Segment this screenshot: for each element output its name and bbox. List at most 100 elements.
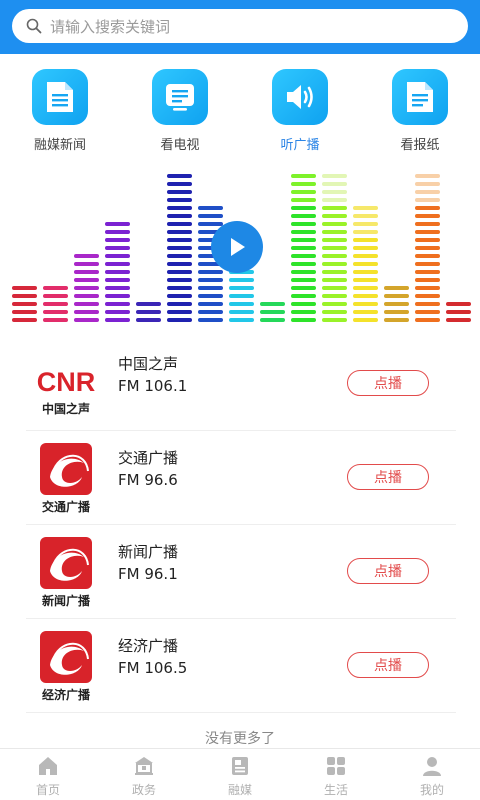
visualizer-bar-segment <box>446 310 471 314</box>
list-item[interactable]: 交通广播 交通广播 FM 96.6 点播 <box>26 431 456 525</box>
visualizer-bar-segment <box>322 294 347 298</box>
visualizer-column <box>291 174 316 322</box>
category-newspaper[interactable]: 看报纸 <box>360 66 480 153</box>
station-list: CNR 中国之声 中国之声 FM 106.1 点播 交通广播 交通广播 FM 9… <box>26 337 456 713</box>
visualizer-bar-segment <box>353 318 378 322</box>
visualizer-bar-segment <box>415 182 440 186</box>
visualizer-bar-segment <box>415 294 440 298</box>
visualizer-bar-segment <box>167 286 192 290</box>
category-news[interactable]: 融媒新闻 <box>0 66 120 153</box>
tab-label: 我的 <box>419 783 444 797</box>
visualizer-bar-segment <box>198 278 223 282</box>
visualizer-bar-segment <box>105 238 130 242</box>
station-name: 新闻广播 <box>118 543 179 561</box>
visualizer-bar-segment <box>291 190 316 194</box>
tab-life[interactable]: 生活 <box>288 749 384 800</box>
visualizer-bar-segment <box>291 174 316 178</box>
visualizer-bar-segment <box>353 230 378 234</box>
tab-government[interactable]: 政务 <box>96 749 192 800</box>
visualizer-bar-segment <box>43 310 68 314</box>
visualizer-bar-segment <box>167 318 192 322</box>
visualizer-bar-segment <box>322 310 347 314</box>
visualizer-bar-segment <box>415 262 440 266</box>
newspaper-icon <box>392 69 448 125</box>
tab-label: 政务 <box>131 783 156 797</box>
visualizer-bar-segment <box>322 246 347 250</box>
visualizer-bar-segment <box>291 302 316 306</box>
category-label: 看电视 <box>160 138 200 153</box>
visualizer-bar-segment <box>384 318 409 322</box>
visualizer-column <box>322 174 347 322</box>
search-bar[interactable]: 请输入搜索关键词 <box>12 9 468 43</box>
visualizer-bar-segment <box>415 190 440 194</box>
visualizer-bar-segment <box>353 238 378 242</box>
visualizer-bar-segment <box>167 302 192 306</box>
grid-icon <box>327 757 345 775</box>
visualizer-bar-segment <box>74 310 99 314</box>
visualizer-bar-segment <box>43 302 68 306</box>
visualizer-bar-segment <box>167 198 192 202</box>
category-tv[interactable]: 看电视 <box>120 66 240 153</box>
visualizer-bar-segment <box>229 294 254 298</box>
visualizer-bar-segment <box>353 302 378 306</box>
play-button[interactable] <box>211 221 263 273</box>
list-item[interactable]: 新闻广播 新闻广播 FM 96.1 点播 <box>26 525 456 619</box>
search-input[interactable]: 请输入搜索关键词 <box>50 16 170 37</box>
visualizer-bar-segment <box>105 270 130 274</box>
visualizer-bar-segment <box>167 206 192 210</box>
visualizer-bar-segment <box>167 222 192 226</box>
play-on-demand-button[interactable]: 点播 <box>347 558 429 584</box>
visualizer-bar-segment <box>291 310 316 314</box>
visualizer-bar-segment <box>415 270 440 274</box>
visualizer-bar-segment <box>384 286 409 290</box>
play-on-demand-button[interactable]: 点播 <box>347 464 429 490</box>
visualizer-bar-segment <box>198 206 223 210</box>
visualizer-bar-segment <box>446 318 471 322</box>
visualizer-bar-segment <box>384 302 409 306</box>
user-icon <box>423 757 441 776</box>
category-label: 看报纸 <box>400 138 440 153</box>
visualizer-bar-segment <box>415 198 440 202</box>
svg-text:交通广播: 交通广播 <box>42 499 91 514</box>
list-item[interactable]: CNR 中国之声 中国之声 FM 106.1 点播 <box>26 337 456 431</box>
visualizer-bar-segment <box>167 214 192 218</box>
visualizer-bar-segment <box>415 278 440 282</box>
visualizer-bar-segment <box>260 310 285 314</box>
visualizer-bar-segment <box>167 190 192 194</box>
visualizer-bar-segment <box>291 254 316 258</box>
tab-media[interactable]: 融媒 <box>192 749 288 800</box>
station-frequency: FM 96.6 <box>118 471 178 489</box>
tab-mine[interactable]: 我的 <box>384 749 480 800</box>
visualizer-bar-segment <box>167 270 192 274</box>
visualizer-bar-segment <box>229 318 254 322</box>
list-item[interactable]: 经济广播 经济广播 FM 106.5 点播 <box>26 619 456 713</box>
play-on-demand-button[interactable]: 点播 <box>347 652 429 678</box>
tab-home[interactable]: 首页 <box>0 749 96 800</box>
play-on-demand-button[interactable]: 点播 <box>347 370 429 396</box>
visualizer-bar-segment <box>415 222 440 226</box>
visualizer-bar-segment <box>198 286 223 290</box>
visualizer-bar-segment <box>74 302 99 306</box>
visualizer-bar-segment <box>43 294 68 298</box>
visualizer-bar-segment <box>291 270 316 274</box>
visualizer-bar-segment <box>105 302 130 306</box>
visualizer-column <box>415 174 440 322</box>
category-radio[interactable]: 听广播 <box>240 66 360 153</box>
visualizer-bar-segment <box>167 182 192 186</box>
visualizer-bar-segment <box>74 294 99 298</box>
visualizer-bar-segment <box>198 214 223 218</box>
visualizer-bar-segment <box>198 294 223 298</box>
visualizer-bar-segment <box>322 318 347 322</box>
visualizer-bar-segment <box>322 206 347 210</box>
station-logo: 交通广播 <box>40 443 92 514</box>
visualizer-bar-segment <box>415 286 440 290</box>
visualizer-bar-segment <box>291 222 316 226</box>
visualizer-bar-segment <box>167 238 192 242</box>
visualizer-bar-segment <box>74 270 99 274</box>
visualizer-bar-segment <box>322 270 347 274</box>
news-doc-icon <box>32 69 88 125</box>
visualizer-bar-segment <box>322 230 347 234</box>
visualizer-bar-segment <box>415 238 440 242</box>
visualizer-bar-segment <box>291 206 316 210</box>
station-logo: 新闻广播 <box>40 537 92 608</box>
